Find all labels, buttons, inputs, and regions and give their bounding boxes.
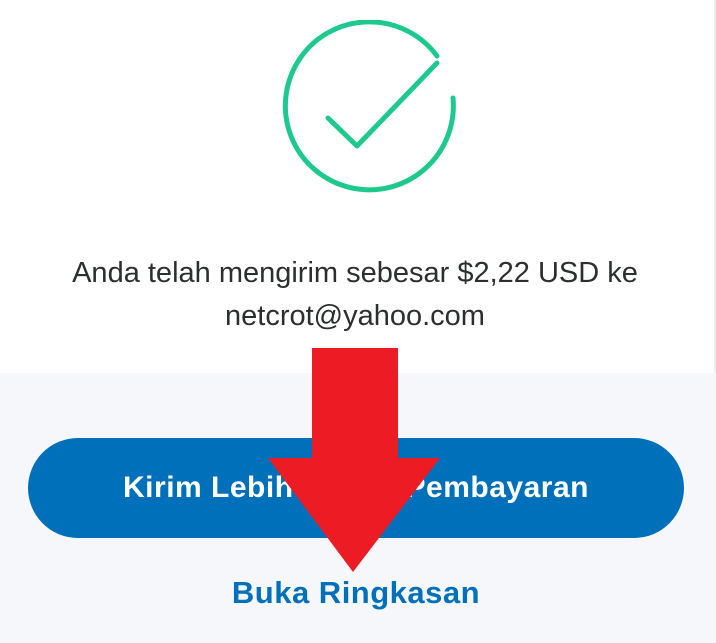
confirmation-card: Anda telah mengirim sebesar $2,22 USD ke…: [0, 0, 716, 373]
send-more-payment-button[interactable]: Kirim Lebih Pembayaran: [28, 438, 684, 538]
confirmation-message: Anda telah mengirim sebesar $2,22 USD ke…: [30, 252, 680, 338]
message-amount-text: Anda telah mengirim sebesar $2,22 USD ke: [72, 257, 638, 289]
recipient-email: netcrot@yahoo.com: [225, 300, 485, 332]
send-more-label: Kirim Lebih: [123, 471, 294, 504]
checkmark-circle-icon: [282, 20, 456, 193]
open-summary-link[interactable]: Buka Ringkasan: [0, 575, 712, 611]
payment-success-page: Anda telah mengirim sebesar $2,22 USD ke…: [0, 0, 716, 643]
payment-label: Pembayaran: [405, 471, 589, 504]
